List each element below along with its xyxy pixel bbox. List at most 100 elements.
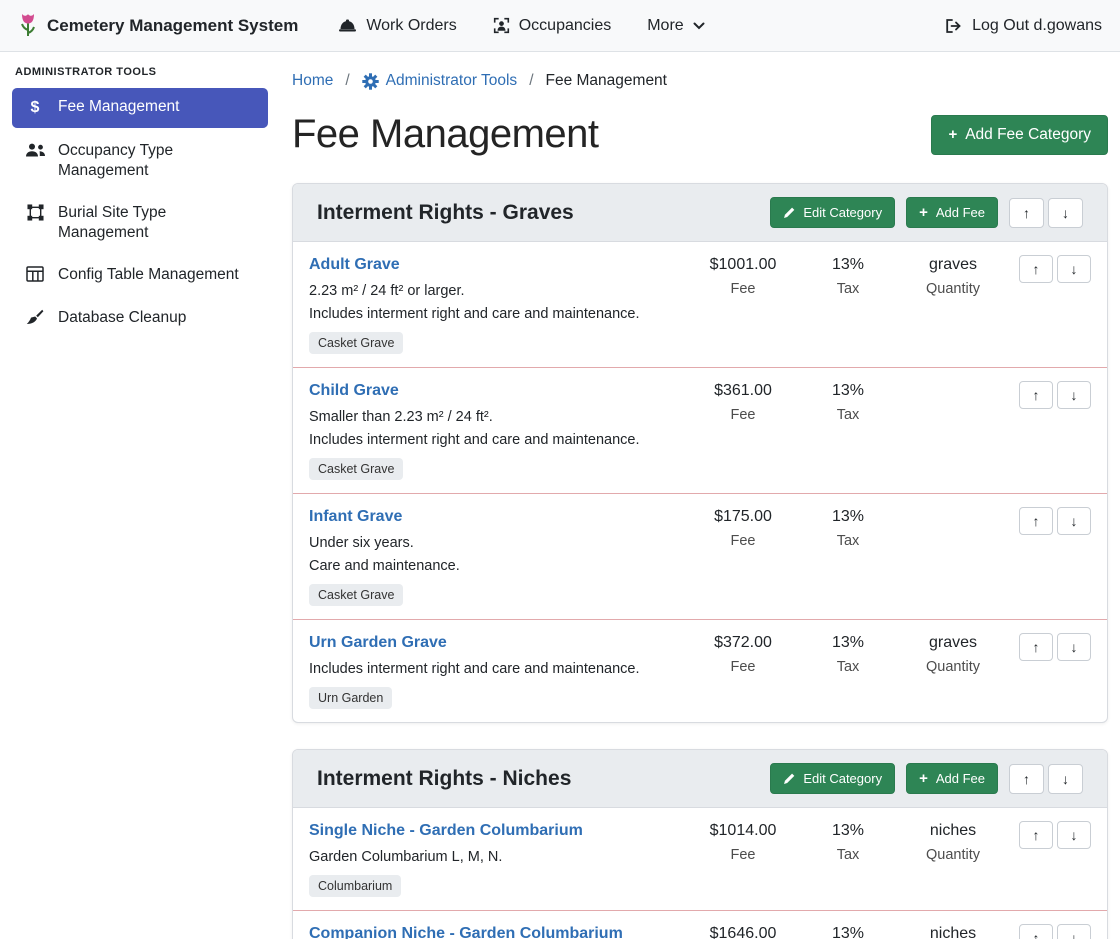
nav-more-dropdown[interactable]: More: [647, 17, 704, 35]
plus-icon: +: [919, 771, 928, 786]
move-fee-down-button[interactable]: ↓: [1057, 507, 1091, 535]
fee-category-card-graves: Interment Rights - Graves Edit Category …: [292, 183, 1108, 723]
navbar-brand[interactable]: Cemetery Management System: [18, 12, 298, 39]
move-fee-up-button[interactable]: ↑: [1019, 255, 1053, 283]
sidebar-item-label: Fee Management: [58, 97, 180, 117]
main-content: Home / Administrator Tools / Fee Managem…: [280, 52, 1120, 939]
move-fee-down-button[interactable]: ↓: [1057, 924, 1091, 939]
nav-occupancies[interactable]: Occupancies: [493, 17, 612, 35]
plus-icon: +: [948, 127, 957, 142]
add-fee-category-button[interactable]: + Add Fee Category: [931, 115, 1108, 155]
fee-description-line: Includes interment right and care and ma…: [309, 306, 683, 322]
fee-name-link[interactable]: Child Grave: [309, 382, 399, 400]
fee-name-link[interactable]: Urn Garden Grave: [309, 634, 447, 652]
fee-quantity-column: graves Quantity: [893, 633, 1013, 675]
fee-tax-column: 13% Tax: [803, 633, 893, 675]
fee-quantity-column: graves Quantity: [893, 255, 1013, 297]
fee-amount-label: Fee: [683, 281, 803, 297]
fee-type-badge: Columbarium: [309, 875, 401, 897]
breadcrumb-separator: /: [345, 72, 349, 90]
fee-tax-column: 13% Tax: [803, 924, 893, 939]
fee-amount-column: $1014.00 Fee: [683, 821, 803, 863]
category-title: Interment Rights - Niches: [317, 767, 770, 791]
fee-quantity-column: [893, 507, 1013, 508]
add-fee-button[interactable]: + Add Fee: [906, 197, 998, 228]
move-fee-down-button[interactable]: ↓: [1057, 255, 1091, 283]
move-fee-up-button[interactable]: ↑: [1019, 924, 1053, 939]
move-category-up-button[interactable]: ↑: [1009, 198, 1044, 228]
fee-tax-label: Tax: [803, 847, 893, 863]
fee-quantity-column: niches Quantity: [893, 821, 1013, 863]
move-category-up-button[interactable]: ↑: [1009, 764, 1044, 794]
fee-description-line: Garden Columbarium L, M, N.: [309, 849, 683, 865]
nav-logout[interactable]: Log Out d.gowans: [944, 17, 1102, 35]
fee-amount-label: Fee: [683, 659, 803, 675]
fee-amount-label: Fee: [683, 533, 803, 549]
dollar-icon: $: [24, 98, 46, 119]
fee-reorder-buttons: ↑ ↓: [1013, 507, 1091, 535]
sidebar-item-config-table-management[interactable]: Config Table Management: [12, 256, 268, 294]
fee-name-link[interactable]: Infant Grave: [309, 508, 402, 526]
breadcrumb-admin-tools[interactable]: Administrator Tools: [362, 72, 518, 90]
people-icon: [24, 142, 46, 158]
sidebar-item-burial-site-type-management[interactable]: Burial Site Type Management: [12, 194, 268, 252]
fee-amount-column: $372.00 Fee: [683, 633, 803, 675]
move-category-down-button[interactable]: ↓: [1048, 764, 1083, 794]
fee-reorder-buttons: ↑ ↓: [1013, 255, 1091, 283]
fee-tax: 13%: [803, 822, 893, 840]
fee-name-link[interactable]: Adult Grave: [309, 256, 400, 274]
fee-amount-column: $175.00 Fee: [683, 507, 803, 549]
fee-amount-column: $1646.00 Fee: [683, 924, 803, 939]
move-fee-up-button[interactable]: ↑: [1019, 821, 1053, 849]
fee-tax: 13%: [803, 508, 893, 526]
fee-name-link[interactable]: Single Niche - Garden Columbarium: [309, 822, 583, 840]
fee-amount: $1014.00: [683, 822, 803, 840]
move-fee-up-button[interactable]: ↑: [1019, 633, 1053, 661]
category-title: Interment Rights - Graves: [317, 201, 770, 225]
fee-tax: 13%: [803, 382, 893, 400]
move-fee-down-button[interactable]: ↓: [1057, 633, 1091, 661]
move-fee-up-button[interactable]: ↑: [1019, 381, 1053, 409]
add-fee-category-label: Add Fee Category: [965, 126, 1091, 144]
move-fee-down-button[interactable]: ↓: [1057, 381, 1091, 409]
sidebar-item-occupancy-type-management[interactable]: Occupancy Type Management: [12, 132, 268, 190]
broom-icon: [24, 309, 46, 325]
fee-row-urn-garden-grave: Urn Garden Grave Includes interment righ…: [293, 620, 1107, 722]
move-category-down-button[interactable]: ↓: [1048, 198, 1083, 228]
move-fee-down-button[interactable]: ↓: [1057, 821, 1091, 849]
fee-quantity: graves: [893, 256, 1013, 274]
sidebar-item-database-cleanup[interactable]: Database Cleanup: [12, 299, 268, 337]
sidebar-item-fee-management[interactable]: $ Fee Management: [12, 88, 268, 128]
fee-type-badge: Casket Grave: [309, 332, 403, 354]
page-header: Fee Management + Add Fee Category: [292, 112, 1108, 157]
fee-tax-label: Tax: [803, 533, 893, 549]
edit-category-button[interactable]: Edit Category: [770, 197, 895, 228]
fee-amount: $175.00: [683, 508, 803, 526]
tulip-logo-icon: [18, 12, 38, 39]
add-fee-label: Add Fee: [936, 771, 985, 786]
fee-description-line: Smaller than 2.23 m² / 24 ft².: [309, 409, 683, 425]
sidebar-item-label: Config Table Management: [58, 265, 239, 285]
breadcrumb-home[interactable]: Home: [292, 72, 333, 90]
hard-hat-icon: [338, 18, 357, 33]
category-actions: Edit Category + Add Fee ↑ ↓: [770, 197, 1083, 228]
fee-reorder-buttons: ↑ ↓: [1013, 821, 1091, 849]
fee-tax-label: Tax: [803, 281, 893, 297]
fee-description-line: Under six years.: [309, 535, 683, 551]
fee-tax-column: 13% Tax: [803, 507, 893, 549]
nav-work-orders[interactable]: Work Orders: [338, 17, 456, 35]
fee-name-link[interactable]: Companion Niche - Garden Columbarium: [309, 925, 623, 939]
navbar-menu: Work Orders Occupancies More: [338, 17, 704, 35]
add-fee-button[interactable]: + Add Fee: [906, 763, 998, 794]
move-fee-up-button[interactable]: ↑: [1019, 507, 1053, 535]
sidebar-item-label: Occupancy Type Management: [58, 141, 256, 181]
occupancies-icon: [493, 17, 510, 34]
fee-description-line: Includes interment right and care and ma…: [309, 432, 683, 448]
fee-tax-column: 13% Tax: [803, 255, 893, 297]
gear-icon: [362, 73, 379, 90]
category-header: Interment Rights - Graves Edit Category …: [293, 184, 1107, 242]
fee-type-badge: Urn Garden: [309, 687, 392, 709]
add-fee-label: Add Fee: [936, 205, 985, 220]
fee-quantity: niches: [893, 925, 1013, 939]
edit-category-button[interactable]: Edit Category: [770, 763, 895, 794]
